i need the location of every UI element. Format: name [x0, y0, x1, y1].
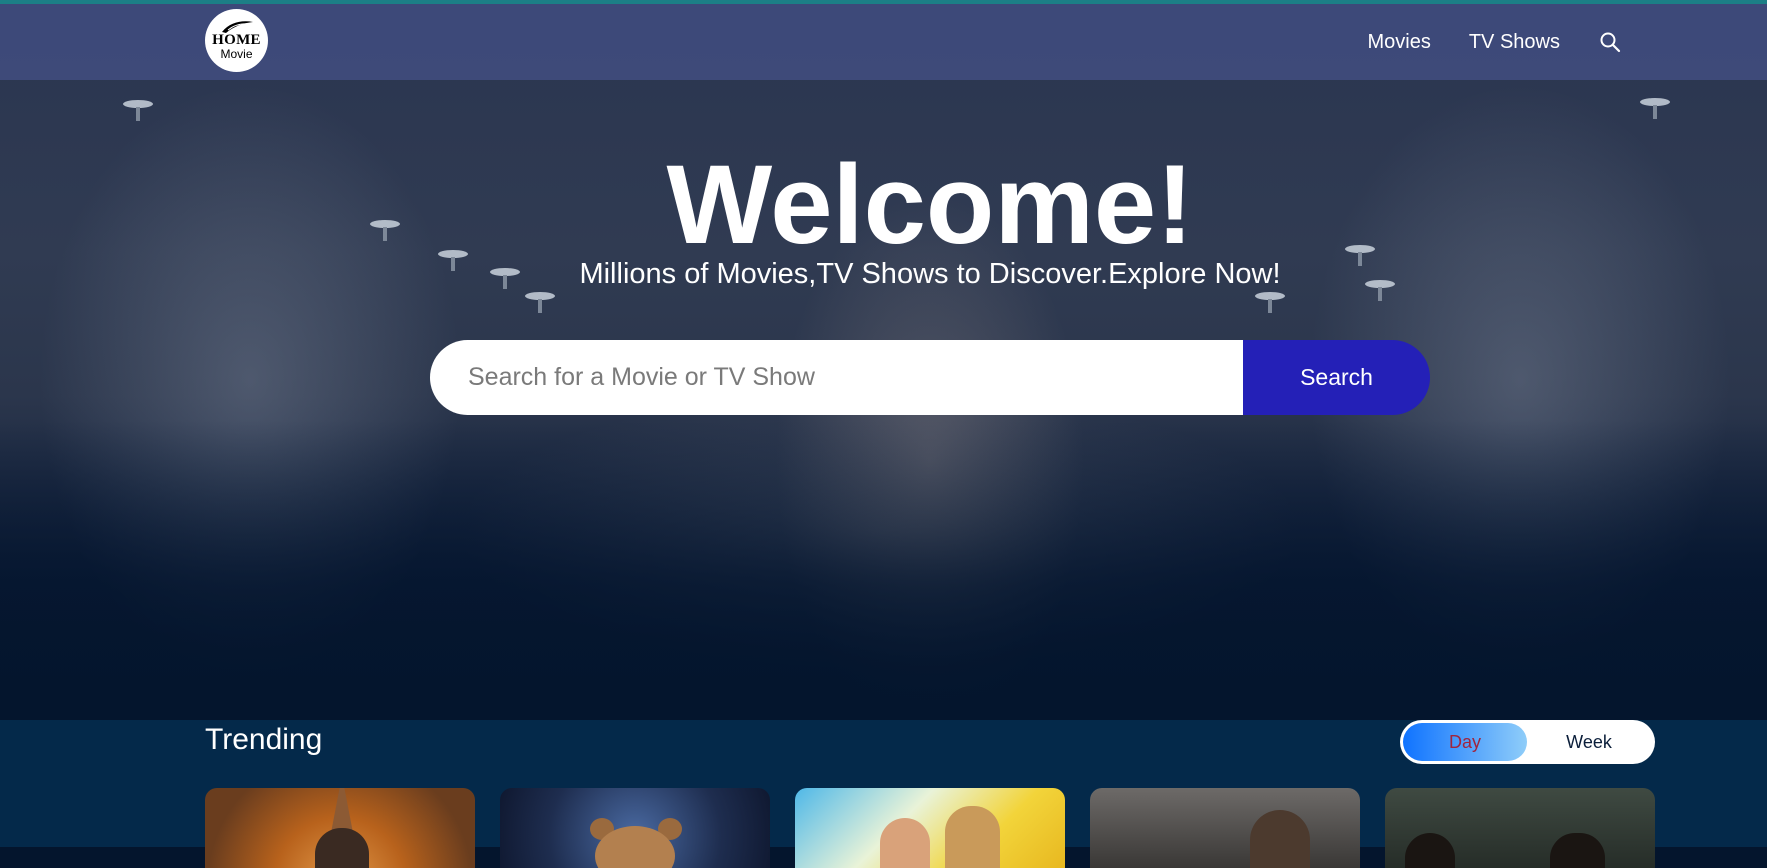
- trending-title: Trending: [205, 723, 323, 756]
- search-icon[interactable]: [1598, 30, 1622, 54]
- trending-section: Trending Day Week: [0, 720, 1767, 868]
- trending-card[interactable]: [500, 788, 770, 868]
- welcome-subtitle: Millions of Movies,TV Shows to Discover.…: [579, 258, 1281, 290]
- logo-text-home: HOME: [212, 32, 261, 48]
- day-week-toggle: Day Week: [1400, 720, 1655, 764]
- trending-card[interactable]: [1090, 788, 1360, 868]
- toggle-day[interactable]: Day: [1403, 723, 1527, 761]
- search-input[interactable]: [430, 340, 1243, 415]
- welcome-heading: Welcome!: [666, 142, 1194, 267]
- nav-link-tv-shows[interactable]: TV Shows: [1469, 31, 1560, 54]
- hero-fade: [0, 420, 1767, 720]
- nav-link-movies[interactable]: Movies: [1367, 31, 1430, 54]
- nav-links: Movies TV Shows: [1367, 4, 1622, 80]
- hero-search-bar: Search: [430, 340, 1430, 415]
- top-navbar: HOME Movie Movies TV Shows: [0, 4, 1767, 80]
- home-movie-logo[interactable]: HOME Movie: [205, 9, 268, 72]
- top-accent-bar: [0, 0, 1767, 4]
- trending-card[interactable]: [205, 788, 475, 868]
- trending-card[interactable]: [795, 788, 1065, 868]
- trending-card[interactable]: [1385, 788, 1655, 868]
- toggle-week[interactable]: Week: [1527, 723, 1651, 761]
- search-button[interactable]: Search: [1243, 340, 1430, 415]
- logo-text-movie: Movie: [220, 47, 253, 61]
- trending-cards: [205, 788, 1655, 868]
